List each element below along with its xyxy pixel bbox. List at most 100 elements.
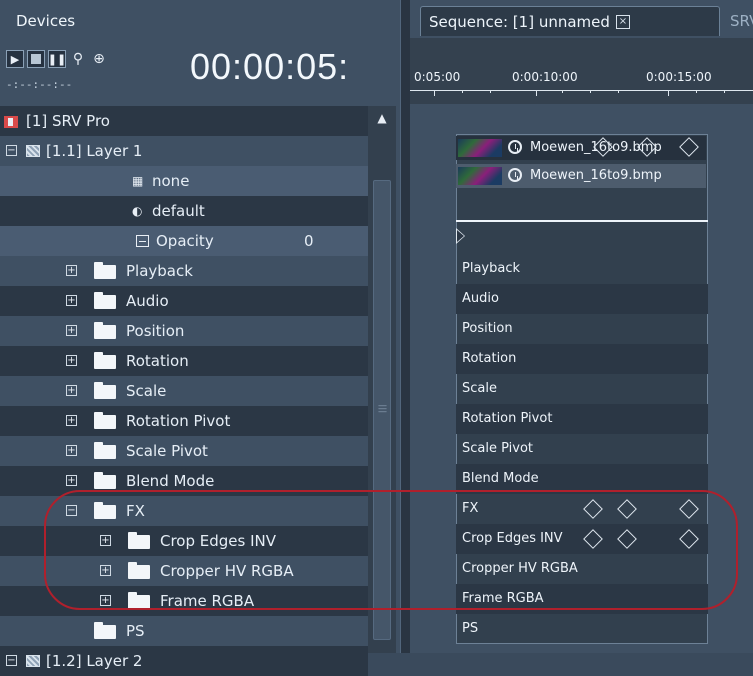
- tree-row-group[interactable]: + Audio: [0, 286, 368, 316]
- timeline-row[interactable]: Frame RGBA: [456, 584, 708, 614]
- close-icon[interactable]: ×: [615, 14, 630, 29]
- stop-button[interactable]: [27, 50, 45, 68]
- tree-row-group[interactable]: + Position: [0, 316, 368, 346]
- tree-row-fx[interactable]: − FX: [0, 496, 368, 526]
- folder-icon: [94, 262, 116, 279]
- track-divider: [456, 220, 708, 222]
- group-label: Rotation: [126, 352, 189, 370]
- collapse-icon[interactable]: −: [66, 505, 77, 516]
- expand-icon[interactable]: −: [6, 655, 17, 666]
- media-clip[interactable]: Moewen_16to9.bmp: [456, 136, 706, 160]
- zoom-out-button[interactable]: ⚲: [69, 50, 87, 68]
- expand-icon[interactable]: +: [66, 385, 77, 396]
- opacity-value[interactable]: 0: [304, 226, 314, 256]
- layer-icon: [26, 655, 40, 667]
- fx-label: FX: [126, 502, 145, 520]
- tree-row-layer1[interactable]: − [1.1] Layer 1: [0, 136, 368, 166]
- timecode-display: 00:00:05:: [190, 46, 350, 87]
- clock-icon: [508, 168, 522, 182]
- timeline-row[interactable]: Rotation Pivot: [456, 404, 708, 434]
- folder-icon: [128, 562, 150, 579]
- zoom-out-icon: ⚲: [72, 51, 84, 67]
- folder-icon: [94, 292, 116, 309]
- folder-icon: [94, 352, 116, 369]
- folder-icon: [94, 322, 116, 339]
- expand-icon[interactable]: +: [66, 445, 77, 456]
- folder-icon: [94, 472, 116, 489]
- expand-icon[interactable]: +: [66, 325, 77, 336]
- tree-row-layer2[interactable]: − [1.2] Layer 2: [0, 646, 368, 676]
- tree-row-group[interactable]: + Blend Mode: [0, 466, 368, 496]
- tree-row-fx-child[interactable]: + Cropper HV RGBA: [0, 556, 368, 586]
- tree-row-device[interactable]: [1] SRV Pro: [0, 106, 368, 136]
- media-clip[interactable]: Moewen_16to9.bmp: [456, 164, 706, 188]
- expand-icon[interactable]: +: [66, 355, 77, 366]
- group-label: Audio: [126, 292, 169, 310]
- expand-icon[interactable]: +: [66, 415, 77, 426]
- tree-row-fx-child[interactable]: + Crop Edges INV: [0, 526, 368, 556]
- group-label: Position: [126, 322, 185, 340]
- pause-button[interactable]: ❚❚: [48, 50, 66, 68]
- collapse-icon[interactable]: −: [6, 145, 17, 156]
- timeline-row[interactable]: Blend Mode: [456, 464, 708, 494]
- timeline-row[interactable]: Cropper HV RGBA: [456, 554, 708, 584]
- expand-icon[interactable]: +: [66, 265, 77, 276]
- timeline-row[interactable]: Scale Pivot: [456, 434, 708, 464]
- clip-thumbnail: [458, 167, 502, 185]
- fx-child-label: Frame RGBA: [160, 592, 255, 610]
- expand-icon[interactable]: +: [66, 475, 77, 486]
- stop-icon: [31, 54, 41, 64]
- expand-icon[interactable]: +: [100, 565, 111, 576]
- group-label: Rotation Pivot: [126, 412, 231, 430]
- folder-icon: [94, 502, 116, 519]
- clip-thumbnail: [458, 139, 502, 157]
- timeline-row[interactable]: FX: [456, 494, 708, 524]
- group-label: Blend Mode: [126, 472, 215, 490]
- expand-icon[interactable]: +: [66, 295, 77, 306]
- device-icon: [4, 116, 18, 128]
- tree-row-group[interactable]: + Scale Pivot: [0, 436, 368, 466]
- clip-icon: ▦: [132, 174, 144, 188]
- tree-row-group[interactable]: + Scale: [0, 376, 368, 406]
- expand-icon[interactable]: +: [100, 535, 111, 546]
- tab-sequence[interactable]: Sequence: [1] unnamed ×: [420, 6, 720, 36]
- tree-row-group[interactable]: + Rotation: [0, 346, 368, 376]
- prop-label: Opacity: [156, 232, 214, 250]
- expand-icon[interactable]: +: [100, 595, 111, 606]
- group-label: Playback: [126, 262, 193, 280]
- tree-row-ps[interactable]: PS: [0, 616, 368, 646]
- zoom-in-button[interactable]: ⊕: [90, 50, 108, 68]
- timeline-row[interactable]: Rotation: [456, 344, 708, 374]
- timeline-row[interactable]: Crop Edges INV: [456, 524, 708, 554]
- device-tree: [1] SRV Pro − [1.1] Layer 1 ▦ none ◐ def…: [0, 106, 368, 676]
- scroll-thumb[interactable]: — — —: [373, 180, 391, 640]
- keyframe-marker[interactable]: [456, 228, 465, 244]
- tree-row-group[interactable]: + Rotation Pivot: [0, 406, 368, 436]
- timeline-row[interactable]: Playback: [456, 254, 708, 284]
- clip-label: Moewen_16to9.bmp: [530, 168, 662, 183]
- tree-row-prop[interactable]: ▦ none: [0, 166, 368, 196]
- timeline-row[interactable]: Audio: [456, 284, 708, 314]
- tree-row-opacity[interactable]: Opacity 0: [0, 226, 368, 256]
- play-button[interactable]: ▶: [6, 50, 24, 68]
- tree-row-prop[interactable]: ◐ default: [0, 196, 368, 226]
- ruler-label: 0:00:15:00: [646, 70, 712, 84]
- tab-sequence-label: Sequence: [1] unnamed: [429, 12, 610, 31]
- tab-srv[interactable]: SRV: [722, 6, 753, 36]
- pause-icon: ❚❚: [47, 52, 67, 66]
- ps-label: PS: [126, 622, 145, 640]
- timeline-row[interactable]: Scale: [456, 374, 708, 404]
- timeline-row[interactable]: Position: [456, 314, 708, 344]
- prop-label: none: [152, 172, 190, 190]
- tree-row-fx-child[interactable]: + Frame RGBA: [0, 586, 368, 616]
- ruler-label: 0:00:10:00: [512, 70, 578, 84]
- opacity-icon: [136, 235, 149, 247]
- group-label: Scale: [126, 382, 167, 400]
- tree-scrollbar[interactable]: ▲ — — —: [368, 106, 396, 653]
- scroll-up-icon[interactable]: ▲: [368, 106, 396, 130]
- timeline-row[interactable]: PS: [456, 614, 708, 644]
- tab-devices[interactable]: Devices: [8, 6, 158, 36]
- transport-controls: ▶ ❚❚ ⚲ ⊕: [6, 48, 108, 70]
- tree-row-group[interactable]: + Playback: [0, 256, 368, 286]
- group-label: Scale Pivot: [126, 442, 208, 460]
